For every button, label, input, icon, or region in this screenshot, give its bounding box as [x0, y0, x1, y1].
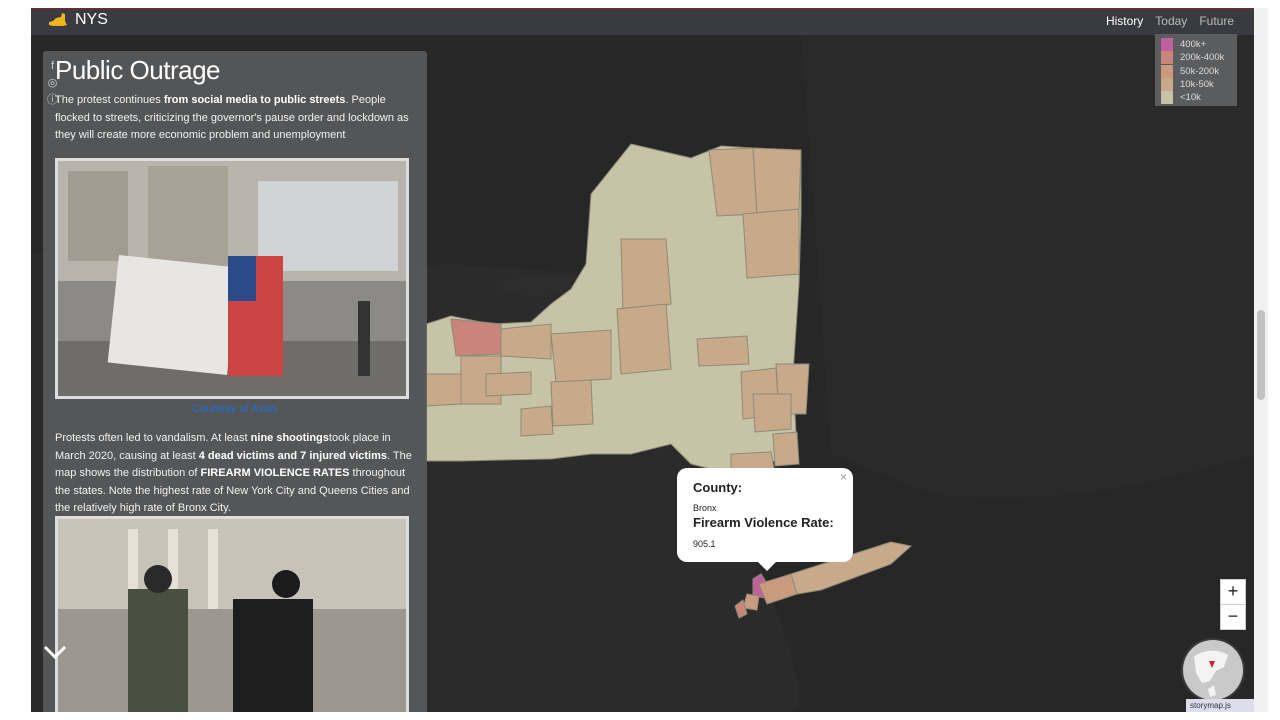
popup-rate-label: Firearm Violence Rate:: [693, 515, 834, 530]
legend-label: <10k: [1180, 92, 1201, 104]
popup-county-value: Bronx: [693, 503, 717, 513]
county-oneida[interactable]: [620, 238, 672, 315]
protest-photo-1-image: [58, 161, 406, 396]
county-ulster[interactable]: [752, 393, 792, 433]
app-title: NYS: [75, 11, 108, 28]
legend-swatch: [1161, 38, 1173, 52]
share-icons: f ◎ ⓘ: [46, 60, 59, 107]
storymap-frame: NYS History Today Future 400k+ 200k-400k…: [31, 8, 1254, 712]
protest-photo-1: [55, 158, 409, 399]
county-essex[interactable]: [742, 208, 800, 279]
top-nav: History Today Future: [1106, 14, 1234, 28]
county-monroe[interactable]: [450, 318, 502, 357]
story-panel[interactable]: Public Outrage The protest continues fro…: [43, 51, 427, 712]
nav-history[interactable]: History: [1106, 14, 1143, 28]
county-cayuga[interactable]: [550, 329, 612, 383]
map-legend: 400k+ 200k-400k 50k-200k 10k-50k <10k: [1155, 34, 1237, 106]
legend-item: 50k-200k: [1161, 64, 1237, 78]
top-bar: NYS History Today Future: [31, 8, 1254, 35]
legend-swatch: [1161, 64, 1173, 78]
story-paragraph-2: Protests often led to vandalism. At leas…: [55, 430, 417, 518]
county-onondaga[interactable]: [616, 303, 672, 375]
storymap-credit[interactable]: storymap.js: [1186, 699, 1254, 712]
county-schenectady[interactable]: [696, 335, 750, 367]
legend-label: 400k+: [1180, 39, 1207, 51]
county-wayne[interactable]: [500, 323, 552, 360]
popup-county-label: County:: [693, 480, 743, 495]
zoom-out-button[interactable]: −: [1220, 604, 1246, 630]
legend-item: 10k-50k: [1161, 78, 1237, 92]
legend-label: 10k-50k: [1180, 79, 1214, 91]
p2-bold-2: 4 dead victims and 7 injured victims: [198, 449, 387, 462]
p2-text: Protests often led to vandalism. At leas…: [55, 432, 251, 444]
story-paragraph-1: The protest continues from social media …: [55, 92, 417, 145]
p1-bold: from social media to public streets: [163, 94, 346, 106]
legend-item: 400k+: [1161, 38, 1237, 52]
county-westchester[interactable]: [772, 431, 800, 467]
county-yates[interactable]: [485, 371, 532, 397]
photo-caption[interactable]: Courtesy of Axios: [43, 403, 427, 415]
county-clinton[interactable]: [708, 147, 758, 217]
popup-rate-value: 905.1: [693, 539, 716, 549]
close-icon[interactable]: ×: [840, 470, 847, 484]
github-icon[interactable]: ◎: [46, 77, 59, 90]
county-tompkins[interactable]: [550, 379, 594, 427]
legend-item: <10k: [1161, 91, 1237, 105]
nav-future[interactable]: Future: [1199, 14, 1234, 28]
p2-bold-1: nine shootings: [250, 432, 329, 444]
scrollbar-thumb[interactable]: [1257, 310, 1265, 400]
protest-photo-2: [55, 516, 409, 712]
legend-swatch: [1161, 78, 1173, 92]
legend-swatch: [1161, 51, 1173, 65]
legend-swatch: [1161, 91, 1173, 105]
county-franklin[interactable]: [752, 147, 802, 215]
legend-label: 50k-200k: [1180, 65, 1220, 77]
p2-bold-3: FIREARM VIOLENCE RATES: [200, 467, 350, 479]
nav-today[interactable]: Today: [1155, 14, 1187, 28]
info-icon[interactable]: ⓘ: [46, 94, 59, 107]
county-popup[interactable]: × County: Bronx Firearm Violence Rate: 9…: [677, 468, 853, 571]
story-title: Public Outrage: [55, 55, 220, 85]
brand[interactable]: NYS: [47, 11, 108, 29]
zoom-in-button[interactable]: +: [1220, 579, 1246, 605]
county-genesee[interactable]: [425, 373, 462, 407]
p1-text: The protest continues: [55, 94, 164, 106]
legend-item: 200k-400k: [1161, 51, 1237, 65]
nys-logo-icon: [49, 13, 67, 26]
facebook-icon[interactable]: f: [46, 60, 59, 73]
globe-icon[interactable]: [1180, 637, 1246, 703]
legend-label: 200k-400k: [1180, 52, 1225, 64]
protest-photo-2-image: [58, 519, 406, 712]
page-scrollbar[interactable]: [1254, 8, 1268, 712]
county-chemung[interactable]: [520, 405, 554, 437]
chevron-down-icon[interactable]: [43, 640, 67, 666]
